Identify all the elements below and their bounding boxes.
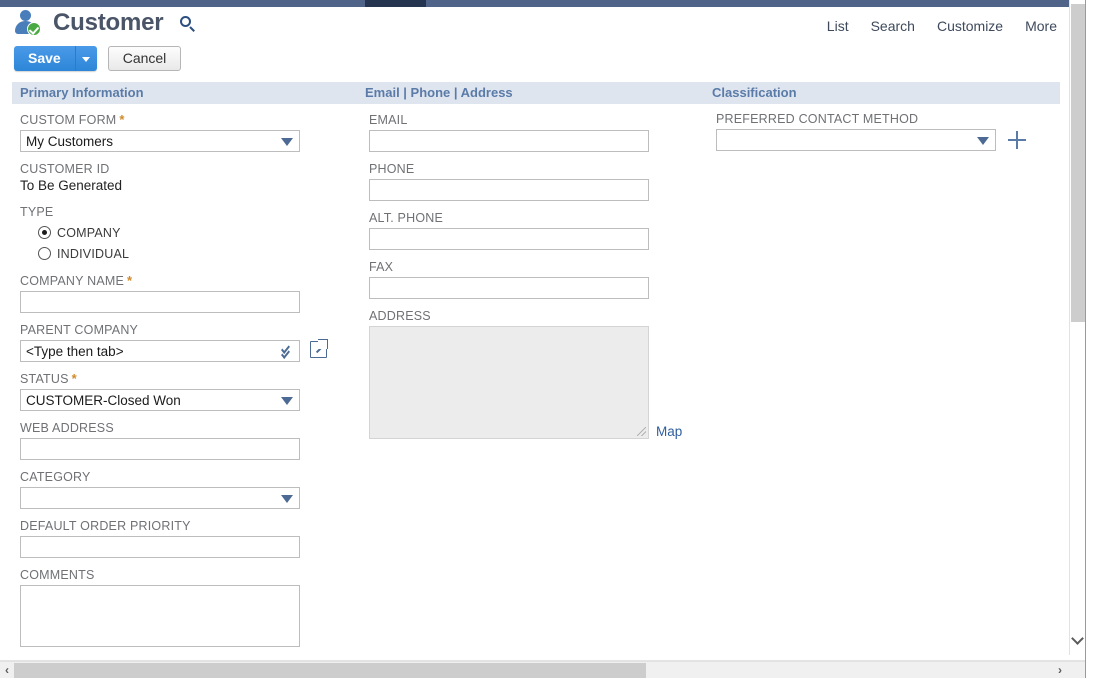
category-select[interactable] bbox=[20, 487, 300, 509]
classification-column: PREFERRED CONTACT METHOD bbox=[716, 112, 1056, 151]
open-popup-icon[interactable] bbox=[310, 339, 328, 358]
field-comments: COMMENTS bbox=[20, 567, 350, 647]
custom-form-select-wrap[interactable] bbox=[20, 130, 300, 152]
resize-grip-icon[interactable] bbox=[637, 427, 646, 436]
nav-link-more[interactable]: More bbox=[1025, 18, 1057, 34]
scroll-right-arrow-icon[interactable]: › bbox=[1055, 664, 1065, 676]
radio-option-individual[interactable]: INDIVIDUAL bbox=[38, 243, 350, 264]
field-parent-company: PARENT COMPANY bbox=[20, 322, 350, 362]
alt-phone-input[interactable] bbox=[369, 228, 649, 250]
field-company-name: COMPANY NAME * bbox=[20, 273, 350, 313]
company-name-input[interactable] bbox=[20, 291, 300, 313]
label-email: EMAIL bbox=[369, 113, 408, 127]
top-nav-active-segment[interactable] bbox=[365, 0, 426, 7]
action-button-row: Save Cancel bbox=[14, 46, 182, 71]
scroll-left-arrow-icon[interactable]: ‹ bbox=[2, 664, 12, 676]
preferred-contact-method-select[interactable] bbox=[716, 129, 996, 151]
label-comments: COMMENTS bbox=[20, 568, 95, 582]
page-title: Customer bbox=[53, 9, 164, 36]
radio-label-individual: INDIVIDUAL bbox=[57, 246, 130, 261]
nav-link-list[interactable]: List bbox=[827, 18, 849, 34]
web-address-input[interactable] bbox=[20, 438, 300, 460]
horizontal-scrollbar[interactable]: ‹ › bbox=[0, 661, 1085, 678]
customer-form-page: Customer List Search Customize More Save… bbox=[0, 0, 1099, 678]
search-icon[interactable] bbox=[179, 13, 197, 33]
section-title-primary-information: Primary Information bbox=[20, 85, 144, 100]
value-customer-id: To Be Generated bbox=[20, 178, 123, 193]
cancel-button[interactable]: Cancel bbox=[107, 46, 182, 71]
save-button[interactable]: Save bbox=[14, 46, 75, 71]
label-category: CATEGORY bbox=[20, 470, 91, 484]
contact-information-column: EMAIL PHONE ALT. PHONE FAX ADDRESS Map bbox=[369, 112, 699, 439]
category-select-wrap[interactable] bbox=[20, 487, 300, 509]
email-input[interactable] bbox=[369, 130, 649, 152]
map-link[interactable]: Map bbox=[656, 424, 682, 439]
label-address: ADDRESS bbox=[369, 309, 431, 323]
label-status: STATUS * bbox=[20, 371, 77, 386]
top-nav-links: List Search Customize More bbox=[827, 18, 1057, 34]
field-email: EMAIL bbox=[369, 112, 699, 152]
nav-link-customize[interactable]: Customize bbox=[937, 18, 1003, 34]
required-marker: * bbox=[119, 112, 125, 127]
parent-company-input[interactable] bbox=[20, 340, 300, 362]
field-type: TYPE COMPANY INDIVIDUAL bbox=[20, 204, 350, 264]
address-box[interactable]: Map bbox=[369, 326, 682, 439]
radio-button-individual[interactable] bbox=[38, 247, 51, 260]
label-company-name: COMPANY NAME * bbox=[20, 273, 133, 288]
label-phone: PHONE bbox=[369, 162, 415, 176]
primary-information-column: CUSTOM FORM* CUSTOMER ID To Be Generated… bbox=[20, 112, 350, 647]
label-customer-id: CUSTOMER ID bbox=[20, 162, 110, 176]
scroll-down-arrow-icon[interactable] bbox=[1073, 633, 1083, 643]
radio-option-company[interactable]: COMPANY bbox=[38, 222, 350, 243]
vertical-scrollbar[interactable] bbox=[1069, 0, 1085, 655]
field-status: STATUS * bbox=[20, 371, 350, 411]
customer-person-check-icon bbox=[14, 9, 44, 37]
label-default-order-priority: DEFAULT ORDER PRIORITY bbox=[20, 519, 191, 533]
label-type: TYPE bbox=[20, 205, 54, 219]
save-dropdown-button[interactable] bbox=[74, 46, 97, 71]
field-web-address: WEB ADDRESS bbox=[20, 420, 350, 460]
field-address: ADDRESS Map bbox=[369, 308, 699, 439]
required-marker: * bbox=[71, 371, 77, 386]
status-select-wrap[interactable] bbox=[20, 389, 300, 411]
section-title-classification: Classification bbox=[712, 85, 797, 100]
field-alt-phone: ALT. PHONE bbox=[369, 210, 699, 250]
label-custom-form: CUSTOM FORM * bbox=[20, 112, 125, 127]
vertical-scrollbar-thumb[interactable] bbox=[1071, 4, 1085, 322]
label-preferred-contact-method: PREFERRED CONTACT METHOD bbox=[716, 112, 919, 126]
radio-label-company: COMPANY bbox=[57, 225, 121, 240]
preferred-contact-method-wrap[interactable] bbox=[716, 129, 1026, 151]
custom-form-select[interactable] bbox=[20, 130, 300, 152]
label-fax: FAX bbox=[369, 260, 394, 274]
section-header-bar: Primary Information Email | Phone | Addr… bbox=[12, 82, 1060, 104]
section-title-email-phone-address: Email | Phone | Address bbox=[365, 85, 513, 100]
status-select[interactable] bbox=[20, 389, 300, 411]
phone-input[interactable] bbox=[369, 179, 649, 201]
right-gutter bbox=[1085, 0, 1099, 678]
label-parent-company: PARENT COMPANY bbox=[20, 323, 139, 337]
save-button-group: Save bbox=[14, 46, 97, 71]
plus-icon[interactable] bbox=[1008, 131, 1026, 149]
field-fax: FAX bbox=[369, 259, 699, 299]
page-title-row: Customer bbox=[14, 9, 197, 37]
nav-link-search[interactable]: Search bbox=[871, 18, 915, 34]
top-nav-strip bbox=[0, 0, 1085, 7]
comments-textarea[interactable] bbox=[20, 585, 300, 647]
fax-input[interactable] bbox=[369, 277, 649, 299]
field-phone: PHONE bbox=[369, 161, 699, 201]
required-marker: * bbox=[127, 273, 133, 288]
field-preferred-contact-method: PREFERRED CONTACT METHOD bbox=[716, 111, 1056, 151]
field-category: CATEGORY bbox=[20, 469, 350, 509]
radio-button-company[interactable] bbox=[38, 226, 51, 239]
field-custom-form: CUSTOM FORM * bbox=[20, 112, 350, 152]
default-order-priority-input[interactable] bbox=[20, 536, 300, 558]
field-customer-id: CUSTOMER ID To Be Generated bbox=[20, 161, 350, 195]
label-web-address: WEB ADDRESS bbox=[20, 421, 114, 435]
label-alt-phone: ALT. PHONE bbox=[369, 211, 444, 225]
parent-company-wrap[interactable] bbox=[20, 339, 328, 362]
field-default-order-priority: DEFAULT ORDER PRIORITY bbox=[20, 518, 350, 558]
horizontal-scrollbar-thumb[interactable] bbox=[14, 663, 646, 678]
